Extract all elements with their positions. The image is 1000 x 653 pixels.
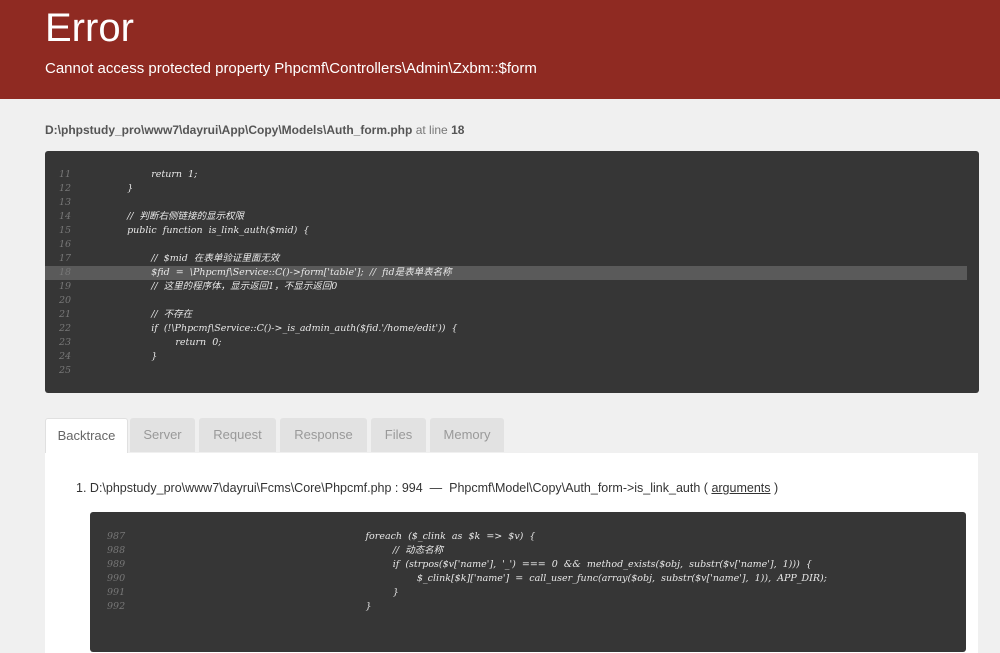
arguments-link[interactable]: arguments [711,481,770,495]
source-line-number: 23 [59,337,72,348]
source-line-number: 14 [59,211,72,222]
backtrace-code-line: 989 if (strpos($v['name'], '_') === 0 &&… [90,558,966,572]
backtrace-code-line: 990 $_clink[$k]['name'] = call_user_func… [90,572,966,586]
backtrace-paren-open: ( [703,481,708,495]
source-line-text: // 这里的程序体，显示返回1，不显示返回0 [115,281,338,292]
tab-response[interactable]: Response [280,418,367,452]
error-title: Error [45,6,134,50]
tab-server[interactable]: Server [130,418,195,452]
backtrace-line: 994 [401,481,423,495]
backtrace-paren-close: ) [773,481,779,495]
source-line-text: public function is_link_auth($mid) { [115,225,310,236]
source-line-number: 18 [451,123,465,137]
source-location: D:\phpstudy_pro\www7\dayrui\App\Copy\Mod… [45,123,464,137]
source-file-path: D:\phpstudy_pro\www7\dayrui\App\Copy\Mod… [45,123,413,137]
backtrace-line-text: } [130,601,372,612]
tab-memory[interactable]: Memory [430,418,504,452]
source-line-number: 20 [59,295,72,306]
source-line-number: 21 [59,309,72,320]
source-code-line: 24 } [45,350,979,364]
source-line-number: 13 [59,197,72,208]
backtrace-line-text: foreach ($_clink as $k => $v) { [130,531,536,542]
backtrace-function: Phpcmf\Model\Copy\Auth_form->is_link_aut… [449,481,701,495]
source-line-number: 25 [59,365,72,376]
source-line-text: return 1; [115,169,198,180]
source-line-text: } [115,183,134,194]
backtrace-item: 1. D:\phpstudy_pro\www7\dayrui\Fcms\Core… [76,481,779,495]
backtrace-code-panel: 987 foreach ($_clink as $k => $v) {988 /… [90,512,966,652]
source-line-text: // $mid 在表单验证里面无效 [115,253,280,264]
backtrace-code-line: 987 foreach ($_clink as $k => $v) { [90,530,966,544]
source-code-line: 20 [45,294,979,308]
backtrace-file: D:\phpstudy_pro\www7\dayrui\Fcms\Core\Ph… [89,481,392,495]
source-line-number: 19 [59,281,72,292]
source-code-line: 11 return 1; [45,168,979,182]
source-line-number: 24 [59,351,72,362]
source-line-text: // 不存在 [115,309,193,320]
source-line-text: // 判断右侧链接的显示权限 [115,211,245,222]
source-line-text: if (!\Phpcmf\Service::C()->_is_admin_aut… [115,323,458,334]
source-code-line: 22 if (!\Phpcmf\Service::C()->_is_admin_… [45,322,979,336]
source-line-number: 18 [59,267,72,278]
source-code-line: 16 [45,238,979,252]
source-line-text: return 0; [115,337,222,348]
backtrace-line-text: // 动态名称 [130,545,444,556]
source-code-line: 12 } [45,182,979,196]
source-code-line: 13 [45,196,979,210]
source-code-line: 14 // 判断右侧链接的显示权限 [45,210,979,224]
source-code-line: 19 // 这里的程序体，显示返回1，不显示返回0 [45,280,979,294]
source-code-line: 25 [45,364,979,378]
source-at-text: at line [415,123,448,137]
source-code-line: 15 public function is_link_auth($mid) { [45,224,979,238]
source-line-number: 17 [59,253,72,264]
backtrace-line-text: $_clink[$k]['name'] = call_user_func(arr… [130,573,827,584]
source-code-line: 21 // 不存在 [45,308,979,322]
source-line-number: 16 [59,239,72,250]
source-line-number: 12 [59,183,72,194]
source-line-number: 11 [59,169,72,180]
source-code-panel: 11 return 1; 12 } 13 14 // 判断右侧链接的显示权限 15 pu… [45,151,979,393]
backtrace-line-text: if (strpos($v['name'], '_') === 0 && met… [130,559,812,570]
error-message: Cannot access protected property Phpcmf\… [45,60,537,77]
source-code-line: 18 $fid = \Phpcmf\Service::C()->form['ta… [45,266,967,280]
backtrace-code-line: 991 } [90,586,966,600]
backtrace-code-line: 992 } [90,600,966,614]
tab-request[interactable]: Request [199,418,276,452]
tab-files[interactable]: Files [371,418,426,452]
source-code-line: 17 // $mid 在表单验证里面无效 [45,252,979,266]
tab-backtrace[interactable]: Backtrace [45,418,128,454]
backtrace-index: 1. [76,481,87,495]
backtrace-code-line: 988 // 动态名称 [90,544,966,558]
source-line-text: } [115,351,158,362]
backtrace-line-text: } [130,587,399,598]
source-line-number: 22 [59,323,72,334]
backtrace-separator: — [429,481,443,495]
error-header: Error Cannot access protected property P… [0,0,1000,99]
source-line-text: $fid = \Phpcmf\Service::C()->form['table… [115,267,452,278]
source-line-number: 15 [59,225,72,236]
source-code-line: 23 return 0; [45,336,979,350]
